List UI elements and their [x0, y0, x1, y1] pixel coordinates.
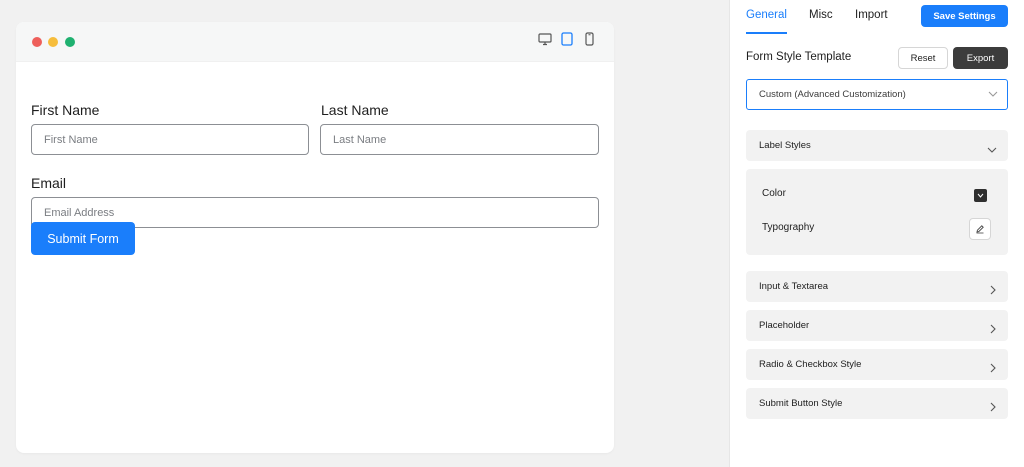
email-label: Email	[31, 175, 67, 191]
submit-form-button[interactable]: Submit Form	[31, 222, 135, 255]
form-style-template-title: Form Style Template	[746, 51, 852, 63]
tab-import[interactable]: Import	[855, 9, 888, 21]
typography-label: Typography	[762, 222, 815, 233]
chevron-right-icon	[989, 321, 997, 339]
pencil-icon	[976, 225, 984, 234]
chevron-right-icon	[989, 399, 997, 417]
section-label: Placeholder	[759, 320, 810, 331]
window-dot-green	[65, 37, 75, 47]
template-select-value: Custom (Advanced Customization)	[759, 89, 906, 100]
style-settings-panel: General Misc Import Save Settings Form S…	[729, 0, 1024, 467]
preview-toolbar	[16, 22, 614, 62]
form-preview-card: First Name Last Name Email Submit Form	[16, 22, 614, 453]
last-name-label: Last Name	[321, 102, 389, 118]
window-dot-yellow	[48, 37, 58, 47]
section-radio-checkbox[interactable]: Radio & Checkbox Style	[746, 349, 1008, 380]
save-settings-button[interactable]: Save Settings	[921, 5, 1008, 27]
color-picker-swatch[interactable]	[974, 189, 987, 202]
section-placeholder[interactable]: Placeholder	[746, 310, 1008, 341]
section-label: Submit Button Style	[759, 398, 843, 409]
first-name-label: First Name	[31, 102, 100, 118]
section-submit-button-style[interactable]: Submit Button Style	[746, 388, 1008, 419]
active-tab-indicator	[746, 32, 787, 34]
window-dot-red	[32, 37, 42, 47]
section-label: Label Styles	[759, 140, 811, 151]
section-label: Input & Textarea	[759, 281, 829, 292]
chevron-down-icon	[988, 90, 998, 101]
mobile-icon[interactable]	[583, 32, 595, 46]
typography-edit-button[interactable]	[969, 218, 991, 240]
first-name-input[interactable]	[31, 124, 309, 155]
settings-tabs: General Misc Import Save Settings	[730, 0, 1024, 36]
chevron-down-icon	[987, 141, 997, 159]
desktop-icon[interactable]	[538, 32, 552, 46]
tab-general[interactable]: General	[746, 9, 787, 21]
chevron-right-icon	[989, 282, 997, 300]
color-label: Color	[762, 188, 786, 199]
tablet-icon[interactable]	[560, 32, 574, 46]
section-label: Radio & Checkbox Style	[759, 359, 862, 370]
reset-button[interactable]: Reset	[898, 47, 948, 69]
chevron-right-icon	[989, 360, 997, 378]
last-name-input[interactable]	[320, 124, 599, 155]
tab-misc[interactable]: Misc	[809, 9, 833, 21]
section-label-styles[interactable]: Label Styles	[746, 130, 1008, 161]
export-button[interactable]: Export	[953, 47, 1008, 69]
label-styles-body: Color Typography	[746, 169, 1008, 255]
template-select[interactable]: Custom (Advanced Customization)	[746, 79, 1008, 110]
section-input-textarea[interactable]: Input & Textarea	[746, 271, 1008, 302]
